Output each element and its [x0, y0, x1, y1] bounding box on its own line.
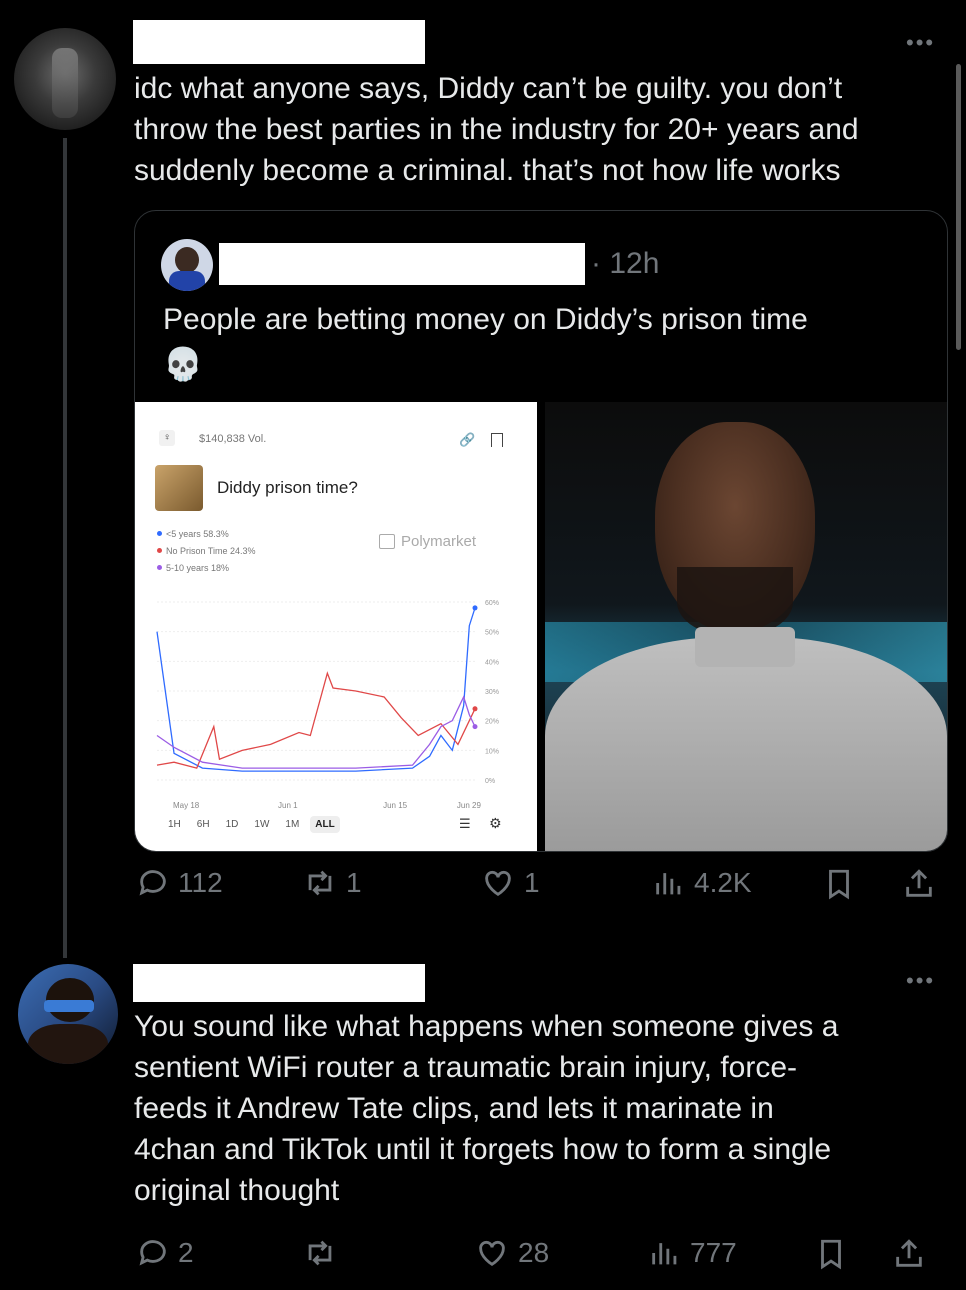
more-options-icon[interactable]: ••• — [906, 30, 935, 56]
share-icon — [906, 869, 932, 897]
settings-icon[interactable]: ⚙ — [489, 815, 502, 832]
tweet-text: idc what anyone says, Diddy can’t be gui… — [134, 72, 859, 187]
author-avatar[interactable] — [14, 28, 116, 130]
views-icon — [652, 1243, 677, 1265]
y-tick-label: 60% — [485, 600, 499, 607]
reply-text: You sound like what happens when someone… — [134, 1010, 839, 1207]
x-tick-label: Jun 29 — [457, 801, 482, 810]
x-tick-label: May 18 — [173, 801, 200, 810]
photo-shirt — [545, 637, 947, 851]
quoted-tweet-time: · 12h — [591, 247, 660, 280]
market-thumbnail — [155, 465, 203, 511]
like-button[interactable]: 1 — [480, 866, 540, 900]
polymarket-logo-icon — [379, 534, 395, 549]
bookmark-button[interactable] — [814, 1236, 848, 1272]
y-tick-label: 0% — [485, 778, 495, 785]
bookmark-icon — [829, 869, 849, 900]
repost-button[interactable] — [302, 1236, 346, 1270]
scrollbar[interactable] — [956, 64, 961, 350]
reply-icon — [139, 1240, 166, 1266]
market-legend: <5 years 58.3% No Prison Time 24.3% 5-10… — [157, 525, 256, 576]
share-button[interactable] — [902, 866, 936, 902]
y-tick-label: 30% — [485, 689, 499, 696]
x-tick-label: Jun 1 — [278, 801, 298, 810]
like-button[interactable]: 28 — [474, 1236, 549, 1270]
market-volume: $140,838 Vol. — [199, 433, 267, 445]
quoted-tweet[interactable]: · 12h People are betting money on Diddy’… — [134, 210, 948, 852]
quoted-author-name-redacted — [219, 243, 585, 285]
range-button-all[interactable]: ALL — [310, 816, 340, 833]
link-icon[interactable]: 🔗 — [459, 432, 475, 448]
range-selector: 1H 6H 1D 1W 1M ALL — [163, 816, 340, 833]
trophy-icon: ♀ — [159, 430, 175, 446]
views-icon — [656, 873, 681, 895]
reply-icon — [139, 870, 166, 896]
bookmark-small-icon[interactable] — [491, 433, 503, 447]
polymarket-brand: Polymarket — [379, 533, 476, 550]
reply-button[interactable]: 2 — [136, 1236, 194, 1270]
market-title: Diddy prison time? — [217, 478, 358, 497]
skull-emoji: 💀 — [163, 346, 203, 382]
y-tick-label: 20% — [485, 719, 499, 726]
photo-collar — [695, 627, 795, 667]
range-button-1d[interactable]: 1D — [221, 816, 244, 833]
reply-button[interactable]: 112 — [136, 866, 223, 900]
y-tick-label: 10% — [485, 748, 499, 755]
reply-author-avatar[interactable] — [18, 964, 118, 1064]
repost-icon — [308, 870, 332, 896]
repost-button[interactable]: 1 — [302, 866, 362, 900]
series-endpoint-3 — [472, 724, 478, 730]
views-button[interactable]: 777 — [648, 1236, 737, 1270]
range-button-6h[interactable]: 6H — [192, 816, 215, 833]
polymarket-card-image[interactable]: ♀ $140,838 Vol. 🔗 Diddy prison time? <5 … — [135, 402, 537, 851]
heart-icon — [485, 870, 511, 897]
legend-item-3: 5-10 years 18% — [157, 559, 256, 576]
series-line-2 — [156, 671, 476, 769]
share-icon — [896, 1239, 922, 1267]
series-endpoint-1 — [472, 605, 478, 611]
bookmark-button[interactable] — [822, 866, 856, 902]
thread-line — [63, 138, 67, 958]
legend-item-2: No Prison Time 24.3% — [157, 542, 256, 559]
share-button[interactable] — [892, 1236, 926, 1272]
author-name-redacted — [133, 20, 425, 64]
range-button-1m[interactable]: 1M — [280, 816, 304, 833]
quoted-photo[interactable] — [545, 402, 947, 851]
reply-author-name-redacted — [133, 964, 425, 1002]
legend-item-1: <5 years 58.3% — [157, 525, 256, 542]
quoted-author-avatar[interactable] — [161, 239, 213, 291]
heart-icon — [479, 1240, 505, 1267]
bookmark-icon — [821, 1239, 841, 1270]
filter-icon[interactable]: ☰ — [459, 816, 471, 832]
quoted-tweet-text: People are betting money on Diddy’s pris… — [163, 303, 808, 336]
y-tick-label: 50% — [485, 630, 499, 637]
x-tick-label: Jun 15 — [383, 801, 408, 810]
tweet2-actions: 2 28 777 — [136, 1232, 946, 1276]
market-chart: 60% 50% 40% 30% 20% 10% 0% May 18 Jun 1 Jun 15 Jun… — [156, 600, 499, 810]
y-tick-label: 40% — [485, 659, 499, 666]
series-endpoint-2 — [472, 706, 478, 712]
range-button-1h[interactable]: 1H — [163, 816, 186, 833]
tweet1-actions: 112 1 1 4.2K — [136, 862, 946, 906]
range-button-1w[interactable]: 1W — [249, 816, 274, 833]
views-button[interactable]: 4.2K — [652, 866, 752, 900]
more-options-icon[interactable]: ••• — [906, 968, 935, 994]
repost-icon — [308, 1240, 332, 1266]
